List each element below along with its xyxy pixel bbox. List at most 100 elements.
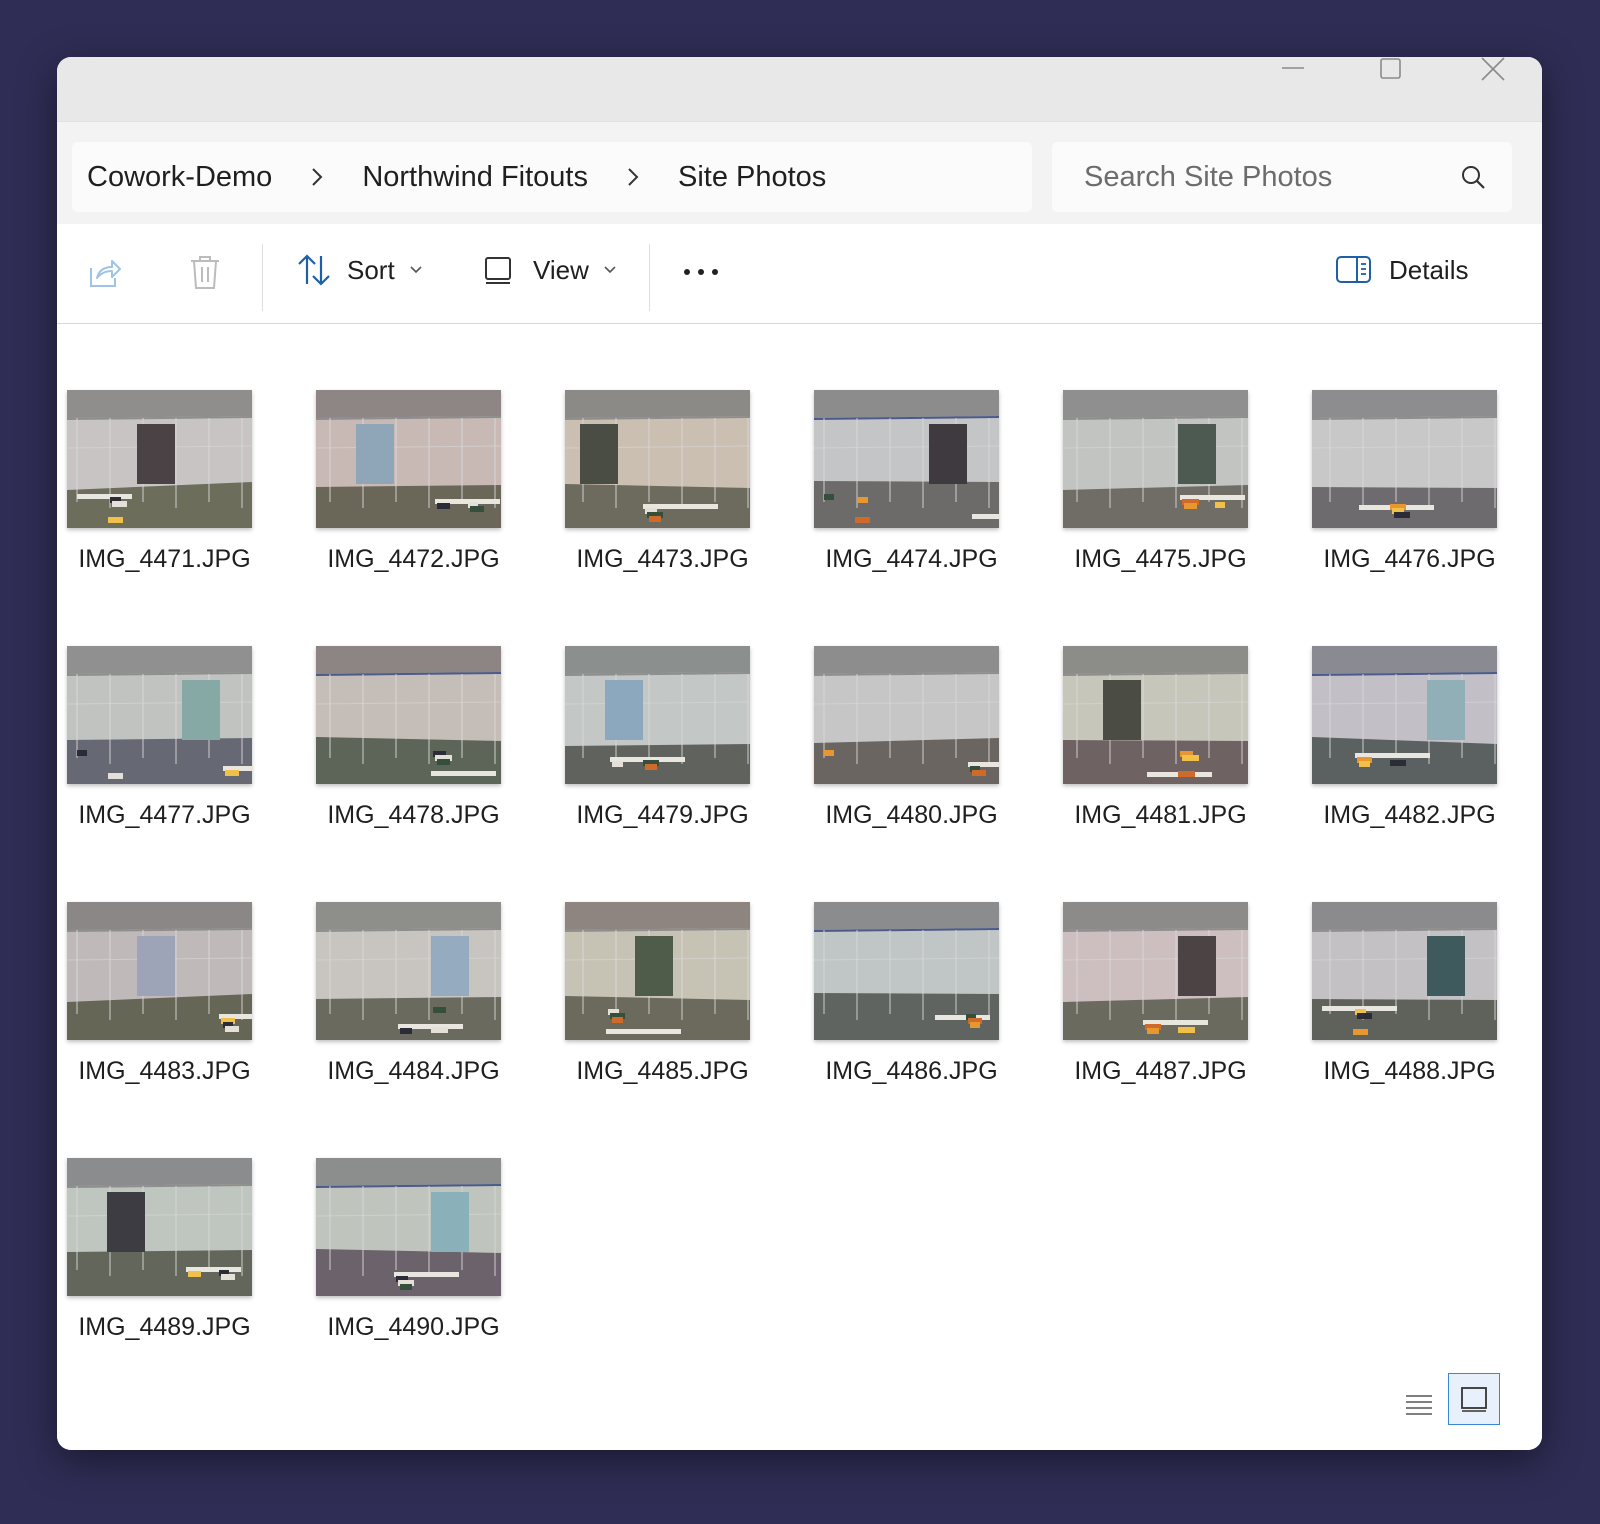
sort-icon bbox=[298, 254, 330, 286]
file-name: IMG_4482.JPG bbox=[1323, 801, 1496, 829]
file-tile[interactable]: IMG_4472.JPG bbox=[311, 390, 551, 590]
file-tile[interactable]: IMG_4487.JPG bbox=[1058, 902, 1298, 1102]
file-thumbnail[interactable] bbox=[67, 390, 252, 528]
file-tile[interactable]: IMG_4481.JPG bbox=[1058, 646, 1298, 846]
file-name: IMG_4476.JPG bbox=[1323, 545, 1496, 573]
file-thumbnail[interactable] bbox=[814, 390, 999, 528]
delete-button[interactable] bbox=[189, 254, 221, 290]
file-name: IMG_4480.JPG bbox=[825, 801, 998, 829]
more-options-button[interactable] bbox=[681, 262, 721, 282]
view-button[interactable]: View bbox=[483, 254, 617, 286]
file-name: IMG_4477.JPG bbox=[78, 801, 251, 829]
breadcrumb[interactable]: Cowork-Demo Northwind Fitouts Site Photo… bbox=[72, 142, 1032, 212]
file-tile[interactable]: IMG_4471.JPG bbox=[62, 390, 302, 590]
breadcrumb-item-site-photos[interactable]: Site Photos bbox=[663, 161, 841, 194]
file-name: IMG_4473.JPG bbox=[576, 545, 749, 573]
file-name: IMG_4487.JPG bbox=[1074, 1057, 1247, 1085]
maximize-button[interactable] bbox=[1361, 57, 1421, 83]
chevron-down-icon bbox=[410, 266, 422, 274]
file-name: IMG_4479.JPG bbox=[576, 801, 749, 829]
file-name: IMG_4489.JPG bbox=[78, 1313, 251, 1341]
file-thumbnail[interactable] bbox=[316, 1158, 501, 1296]
file-tile[interactable]: IMG_4484.JPG bbox=[311, 902, 551, 1102]
toolbar-divider bbox=[262, 244, 263, 311]
toolbar-divider bbox=[649, 244, 650, 311]
file-thumbnail[interactable] bbox=[1063, 646, 1248, 784]
more-icon bbox=[684, 269, 718, 275]
close-button[interactable] bbox=[1463, 57, 1523, 83]
file-explorer-window: Cowork-Demo Northwind Fitouts Site Photo… bbox=[57, 57, 1542, 1450]
address-bar: Cowork-Demo Northwind Fitouts Site Photo… bbox=[57, 121, 1542, 225]
minimize-icon bbox=[1282, 67, 1304, 69]
file-thumbnail[interactable] bbox=[67, 1158, 252, 1296]
view-icon bbox=[485, 257, 511, 284]
file-name: IMG_4472.JPG bbox=[327, 545, 500, 573]
file-tile[interactable]: IMG_4489.JPG bbox=[62, 1158, 302, 1358]
file-thumbnail[interactable] bbox=[565, 390, 750, 528]
details-pane-icon bbox=[1336, 256, 1371, 283]
file-thumbnail[interactable] bbox=[565, 646, 750, 784]
chevron-right-icon[interactable] bbox=[603, 166, 663, 188]
details-label: Details bbox=[1389, 254, 1469, 285]
close-icon bbox=[1481, 57, 1505, 81]
file-tile[interactable]: IMG_4488.JPG bbox=[1307, 902, 1542, 1102]
file-tile[interactable]: IMG_4477.JPG bbox=[62, 646, 302, 846]
sort-button[interactable]: Sort bbox=[295, 252, 423, 288]
file-name: IMG_4481.JPG bbox=[1074, 801, 1247, 829]
file-thumbnail[interactable] bbox=[1312, 390, 1497, 528]
file-tile[interactable]: IMG_4485.JPG bbox=[560, 902, 800, 1102]
chevron-right-icon[interactable] bbox=[287, 166, 347, 188]
file-thumbnail[interactable] bbox=[565, 902, 750, 1040]
view-label: View bbox=[533, 254, 589, 285]
file-name: IMG_4475.JPG bbox=[1074, 545, 1247, 573]
file-tile[interactable]: IMG_4478.JPG bbox=[311, 646, 551, 846]
file-tile[interactable]: IMG_4473.JPG bbox=[560, 390, 800, 590]
search-icon[interactable] bbox=[1460, 164, 1486, 198]
file-tile[interactable]: IMG_4482.JPG bbox=[1307, 646, 1542, 846]
file-thumbnail[interactable] bbox=[316, 646, 501, 784]
file-tile[interactable]: IMG_4490.JPG bbox=[311, 1158, 551, 1358]
command-bar: Sort View Details bbox=[57, 224, 1542, 324]
file-tile[interactable]: IMG_4474.JPG bbox=[809, 390, 1049, 590]
file-name: IMG_4483.JPG bbox=[78, 1057, 251, 1085]
sort-label: Sort bbox=[347, 254, 395, 285]
file-thumbnail[interactable] bbox=[814, 646, 999, 784]
file-tile[interactable]: IMG_4486.JPG bbox=[809, 902, 1049, 1102]
list-view-icon bbox=[1406, 1395, 1432, 1415]
file-thumbnail[interactable] bbox=[1312, 646, 1497, 784]
file-grid: IMG_4471.JPG IMG_4472.JPG IMG_4473.JPG IMG_… bbox=[57, 324, 1542, 1450]
file-name: IMG_4488.JPG bbox=[1323, 1057, 1496, 1085]
share-icon bbox=[90, 260, 121, 287]
file-tile[interactable]: IMG_4480.JPG bbox=[809, 646, 1049, 846]
file-name: IMG_4471.JPG bbox=[78, 545, 251, 573]
file-thumbnail[interactable] bbox=[1312, 902, 1497, 1040]
file-name: IMG_4490.JPG bbox=[327, 1313, 500, 1341]
file-name: IMG_4485.JPG bbox=[576, 1057, 749, 1085]
minimize-button[interactable] bbox=[1263, 57, 1323, 83]
file-thumbnail[interactable] bbox=[1063, 902, 1248, 1040]
file-tile[interactable]: IMG_4479.JPG bbox=[560, 646, 800, 846]
trash-icon bbox=[191, 256, 219, 289]
thumbnail-view-icon bbox=[1461, 1387, 1487, 1412]
share-button[interactable] bbox=[87, 256, 123, 290]
list-view-button[interactable] bbox=[1388, 1380, 1450, 1430]
breadcrumb-item-northwind-fitouts[interactable]: Northwind Fitouts bbox=[347, 161, 603, 194]
file-tile[interactable]: IMG_4475.JPG bbox=[1058, 390, 1298, 590]
details-pane-button[interactable]: Details bbox=[1335, 254, 1468, 286]
file-thumbnail[interactable] bbox=[67, 646, 252, 784]
file-tile[interactable]: IMG_4483.JPG bbox=[62, 902, 302, 1102]
search-input[interactable]: Search Site Photos bbox=[1084, 161, 1332, 194]
file-name: IMG_4478.JPG bbox=[327, 801, 500, 829]
file-name: IMG_4484.JPG bbox=[327, 1057, 500, 1085]
title-bar bbox=[57, 57, 1542, 121]
file-tile[interactable]: IMG_4476.JPG bbox=[1307, 390, 1542, 590]
file-thumbnail[interactable] bbox=[1063, 390, 1248, 528]
chevron-down-icon bbox=[604, 266, 616, 274]
file-thumbnail[interactable] bbox=[67, 902, 252, 1040]
thumbnail-view-button[interactable] bbox=[1448, 1373, 1500, 1425]
file-thumbnail[interactable] bbox=[316, 390, 501, 528]
breadcrumb-item-cowork-demo[interactable]: Cowork-Demo bbox=[72, 161, 287, 194]
file-thumbnail[interactable] bbox=[316, 902, 501, 1040]
file-thumbnail[interactable] bbox=[814, 902, 999, 1040]
search-box[interactable]: Search Site Photos bbox=[1052, 142, 1512, 212]
